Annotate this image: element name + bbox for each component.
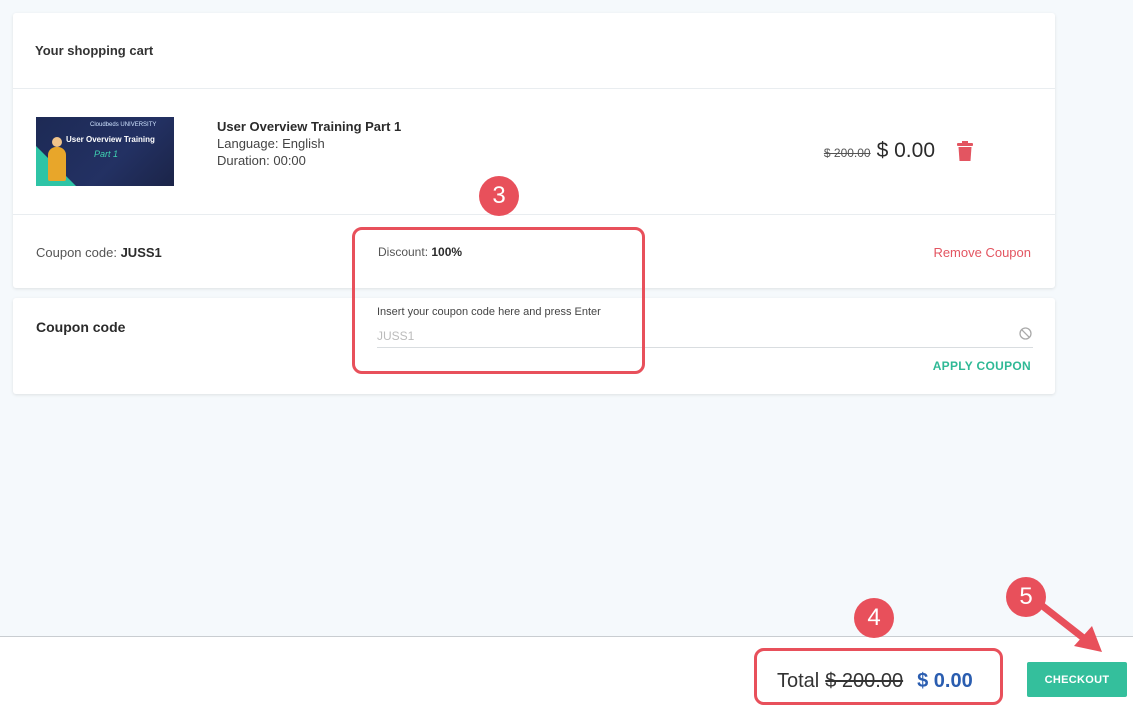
item-info: User Overview Training Part 1 Language: … bbox=[217, 118, 401, 169]
cart-title: Your shopping cart bbox=[13, 13, 1055, 89]
apply-coupon-button[interactable]: APPLY COUPON bbox=[933, 359, 1031, 373]
item-price: $ 200.00 $ 0.00 bbox=[824, 139, 935, 163]
thumbnail-figure bbox=[48, 137, 66, 181]
annotation-step-3: 3 bbox=[479, 176, 519, 216]
coupon-code-label: Coupon code: bbox=[36, 245, 121, 260]
course-thumbnail: Cloudbeds UNIVERSITY User Overview Train… bbox=[36, 117, 174, 186]
item-new-price: $ 0.00 bbox=[876, 139, 935, 162]
trash-icon[interactable] bbox=[957, 141, 973, 161]
thumbnail-title: User Overview Training bbox=[66, 135, 155, 144]
item-old-price: $ 200.00 bbox=[823, 146, 871, 160]
thumbnail-subtitle: Part 1 bbox=[94, 149, 119, 159]
annotation-box-total bbox=[754, 648, 1003, 705]
coupon-card-title: Coupon code bbox=[36, 319, 126, 335]
thumbnail-logo: Cloudbeds UNIVERSITY bbox=[90, 122, 157, 128]
item-duration: Duration: 00:00 bbox=[217, 153, 306, 168]
applied-coupon-code: Coupon code: JUSS1 bbox=[36, 245, 162, 260]
block-icon[interactable] bbox=[1019, 327, 1032, 340]
remove-coupon-link[interactable]: Remove Coupon bbox=[933, 245, 1031, 260]
coupon-code-value: JUSS1 bbox=[120, 245, 162, 260]
annotation-box-discount bbox=[352, 227, 645, 374]
annotation-step-4: 4 bbox=[854, 598, 894, 638]
cart-item: Cloudbeds UNIVERSITY User Overview Train… bbox=[13, 89, 1055, 215]
checkout-button[interactable]: CHECKOUT bbox=[1027, 662, 1127, 697]
item-language: Language: English bbox=[217, 136, 325, 151]
item-name: User Overview Training Part 1 bbox=[217, 119, 402, 134]
arrow-icon bbox=[1036, 600, 1102, 652]
